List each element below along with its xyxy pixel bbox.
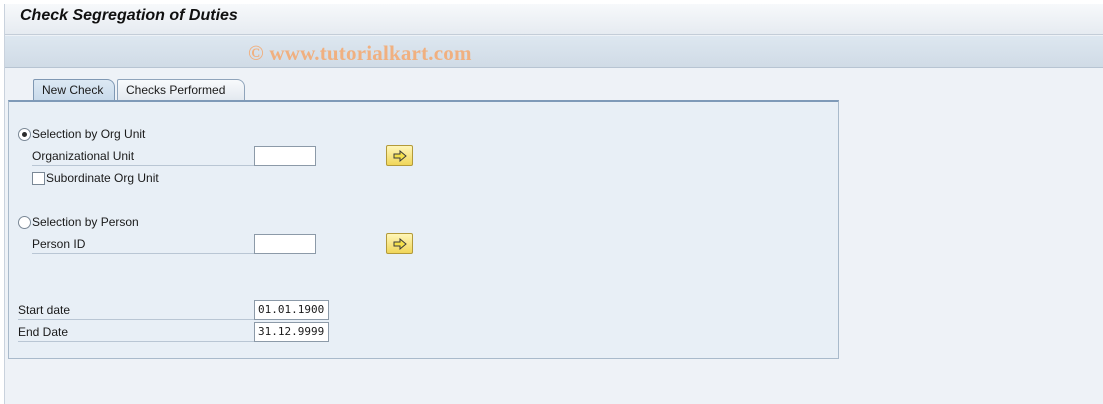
title-bar: Check Segregation of Duties (5, 4, 1103, 35)
person-id-input[interactable] (254, 234, 316, 254)
org-unit-radio-label: Selection by Org Unit (32, 127, 146, 141)
start-date-label: Start date (18, 300, 254, 320)
start-date-input[interactable]: 01.01.1900 (254, 300, 329, 320)
page-title: Check Segregation of Duties (20, 7, 238, 24)
tab-new-check[interactable]: New Check (33, 79, 115, 101)
org-unit-execute-button[interactable] (386, 145, 413, 166)
end-date-label: End Date (18, 322, 254, 342)
person-radio[interactable] (18, 216, 31, 229)
end-date-input[interactable]: 31.12.9999 (254, 322, 329, 342)
tab-panel-new-check: Selection by Org Unit Organizational Uni… (8, 100, 839, 359)
org-unit-label: Organizational Unit (32, 146, 254, 166)
subordinate-org-unit-checkbox[interactable] (32, 172, 45, 185)
tab-checks-performed[interactable]: Checks Performed (117, 79, 245, 101)
person-execute-button[interactable] (386, 233, 413, 254)
application-toolbar: © www.tutorialkart.com (5, 36, 1103, 68)
sap-window: Check Segregation of Duties © www.tutori… (4, 4, 1103, 404)
org-unit-radio[interactable] (18, 128, 31, 141)
org-unit-input[interactable] (254, 146, 316, 166)
watermark: © www.tutorialkart.com (248, 41, 472, 65)
arrow-right-icon (393, 238, 407, 250)
person-radio-label: Selection by Person (32, 215, 139, 229)
person-id-label: Person ID (32, 234, 254, 254)
arrow-right-icon (393, 150, 407, 162)
content-area: New Check Checks Performed Selection by … (5, 69, 1103, 404)
subordinate-org-unit-label: Subordinate Org Unit (46, 171, 159, 185)
